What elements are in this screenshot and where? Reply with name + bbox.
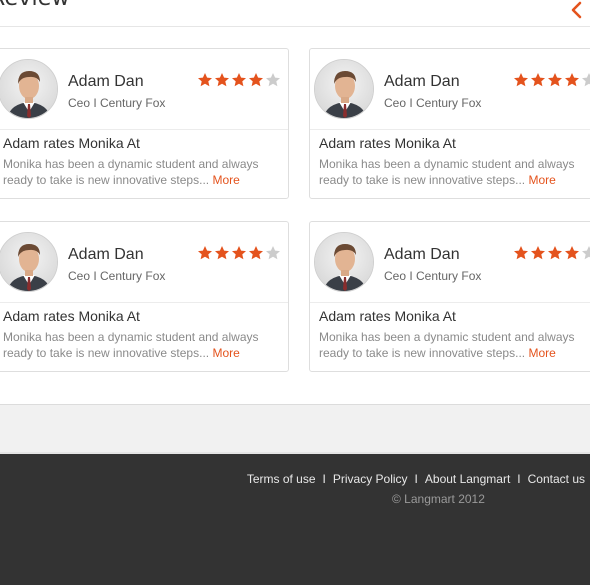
copyright: © Langmart 2012 — [392, 492, 485, 506]
review-body: Monika has been a dynamic student and al… — [3, 156, 283, 188]
card-divider — [310, 302, 590, 303]
reviewer-role: Ceo I Century Fox — [384, 96, 482, 110]
footer-separator: I — [517, 472, 521, 486]
review-headline: Adam rates Monika At — [3, 308, 140, 324]
star-rating — [513, 245, 590, 261]
star-rating — [197, 72, 281, 88]
footer-separator: I — [414, 472, 418, 486]
star-empty-icon — [582, 246, 590, 260]
review-panel: Review Adam Dan Ceo I Century Fox Adam r… — [0, 0, 590, 405]
more-link[interactable]: More — [528, 346, 555, 360]
title-divider — [0, 26, 590, 27]
avatar — [0, 59, 58, 119]
card-divider — [0, 302, 288, 303]
star-filled-icon — [548, 73, 562, 87]
review-body: Monika has been a dynamic student and al… — [319, 329, 590, 361]
avatar — [314, 232, 374, 292]
more-link[interactable]: More — [212, 173, 239, 187]
card-divider — [310, 129, 590, 130]
card-divider — [0, 129, 288, 130]
reviewer-name: Adam Dan — [68, 73, 144, 90]
star-filled-icon — [232, 246, 246, 260]
footer: Terms of use I Privacy Policy I About Langma… — [0, 454, 590, 585]
review-card: Adam Dan Ceo I Century Fox Adam rates Mo… — [309, 221, 590, 372]
star-filled-icon — [531, 246, 545, 260]
star-empty-icon — [266, 73, 280, 87]
star-filled-icon — [531, 73, 545, 87]
star-filled-icon — [565, 73, 579, 87]
star-filled-icon — [514, 246, 528, 260]
person-portrait-icon — [315, 60, 373, 118]
footer-link-about[interactable]: About Langmart — [425, 472, 510, 486]
review-body: Monika has been a dynamic student and al… — [3, 329, 283, 361]
reviewer-name: Adam Dan — [384, 73, 460, 90]
more-link[interactable]: More — [528, 173, 555, 187]
reviewer-role: Ceo I Century Fox — [68, 269, 166, 283]
star-filled-icon — [249, 246, 263, 260]
review-card: Adam Dan Ceo I Century Fox Adam rates Mo… — [309, 48, 590, 199]
avatar — [314, 59, 374, 119]
star-filled-icon — [548, 246, 562, 260]
star-rating — [513, 72, 590, 88]
star-filled-icon — [232, 73, 246, 87]
avatar — [0, 232, 58, 292]
review-body: Monika has been a dynamic student and al… — [319, 156, 590, 188]
footer-separator: I — [322, 472, 326, 486]
back-button[interactable] — [566, 0, 586, 20]
star-filled-icon — [565, 246, 579, 260]
footer-link-contact[interactable]: Contact us — [528, 472, 585, 486]
review-card: Adam Dan Ceo I Century Fox Adam rates Mo… — [0, 221, 289, 372]
review-headline: Adam rates Monika At — [319, 135, 456, 151]
reviewer-role: Ceo I Century Fox — [384, 269, 482, 283]
star-filled-icon — [198, 246, 212, 260]
star-filled-icon — [215, 246, 229, 260]
star-filled-icon — [249, 73, 263, 87]
reviewer-name: Adam Dan — [384, 246, 460, 263]
more-link[interactable]: More — [212, 346, 239, 360]
star-rating — [197, 245, 281, 261]
star-filled-icon — [514, 73, 528, 87]
star-empty-icon — [582, 73, 590, 87]
footer-link-terms[interactable]: Terms of use — [247, 472, 316, 486]
reviewer-name: Adam Dan — [68, 246, 144, 263]
review-card: Adam Dan Ceo I Century Fox Adam rates Mo… — [0, 48, 289, 199]
section-title: Review — [0, 0, 70, 11]
star-empty-icon — [266, 246, 280, 260]
person-portrait-icon — [0, 233, 57, 291]
person-portrait-icon — [315, 233, 373, 291]
person-portrait-icon — [0, 60, 57, 118]
star-filled-icon — [198, 73, 212, 87]
chevron-left-icon — [571, 1, 582, 19]
footer-link-privacy[interactable]: Privacy Policy — [333, 472, 408, 486]
star-filled-icon — [215, 73, 229, 87]
footer-links: Terms of use I Privacy Policy I About Langma… — [247, 472, 585, 486]
review-headline: Adam rates Monika At — [3, 135, 140, 151]
review-headline: Adam rates Monika At — [319, 308, 456, 324]
reviewer-role: Ceo I Century Fox — [68, 96, 166, 110]
